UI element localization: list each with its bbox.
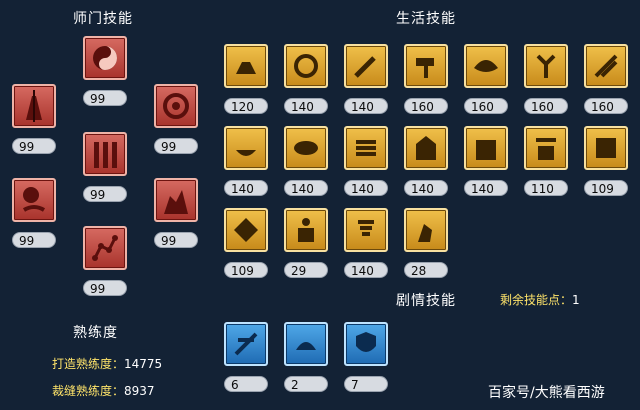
cloud-icon[interactable] [284, 322, 328, 366]
herb-icon[interactable] [524, 44, 568, 88]
gem-icon[interactable] [224, 208, 268, 252]
gate-icon[interactable] [464, 126, 508, 170]
master-skill-level: 99 [83, 90, 127, 106]
story-skill-level: 2 [284, 376, 328, 392]
life-skill-level: 160 [524, 98, 568, 114]
master-skill-level: 99 [12, 138, 56, 154]
bird-icon[interactable] [464, 44, 508, 88]
spear-warrior-icon[interactable] [12, 84, 56, 128]
life-skill-level: 160 [464, 98, 508, 114]
life-skill-level: 110 [524, 180, 568, 196]
life-skill-level: 120 [224, 98, 268, 114]
life-skill-level: 140 [344, 98, 388, 114]
rune-icon[interactable] [224, 322, 268, 366]
bowl-icon[interactable] [224, 126, 268, 170]
sew-proficiency-label: 裁缝熟练度： [52, 384, 125, 398]
life-skill-level: 160 [404, 98, 448, 114]
life-skill-level: 109 [224, 262, 268, 278]
life-skill-level: 109 [584, 180, 628, 196]
remaining-points: 剩余技能点：1 [500, 291, 580, 308]
master-skill-level: 99 [12, 232, 56, 248]
story-skill-level: 6 [224, 376, 268, 392]
life-skill-level: 160 [584, 98, 628, 114]
life-skill-level: 140 [344, 180, 388, 196]
life-skill-level: 140 [404, 180, 448, 196]
shield-icon[interactable] [344, 322, 388, 366]
master-skills-title: 师门技能 [73, 11, 133, 27]
life-skill-level: 140 [224, 180, 268, 196]
spiral-icon[interactable] [154, 84, 198, 128]
sun-moon-icon[interactable] [12, 178, 56, 222]
pillar-icon[interactable] [83, 132, 127, 176]
well-icon[interactable] [524, 126, 568, 170]
life-skill-level: 140 [464, 180, 508, 196]
master-skill-level: 99 [154, 232, 198, 248]
life-skill-level: 140 [284, 180, 328, 196]
master-skill-level: 99 [154, 138, 198, 154]
story-skills-title: 剧情技能 [396, 293, 456, 309]
hammer-icon[interactable] [404, 44, 448, 88]
forge-proficiency-label: 打造熟练度： [52, 357, 125, 371]
remaining-points-label: 剩余技能点： [500, 293, 573, 307]
yin-yang-icon[interactable] [83, 36, 127, 80]
life-skill-level: 28 [404, 262, 448, 278]
forge-proficiency-value: 14775 [124, 357, 163, 371]
skill-panel: 师门技能 生活技能 剧情技能 熟练度 剩余技能点：1 打造熟练度：14775 裁… [0, 0, 640, 410]
temple-icon[interactable] [404, 126, 448, 170]
kneel-icon[interactable] [404, 208, 448, 252]
story-skill-level: 7 [344, 376, 388, 392]
forge-proficiency: 打造熟练度：14775 [52, 355, 162, 372]
demon-icon[interactable] [154, 178, 198, 222]
sew-proficiency: 裁缝熟练度：8937 [52, 382, 155, 399]
stitch-icon[interactable] [584, 44, 628, 88]
master-skill-level: 99 [83, 280, 127, 296]
life-skill-level: 140 [344, 262, 388, 278]
proficiency-title: 熟练度 [73, 325, 118, 341]
forge-icon[interactable] [224, 44, 268, 88]
remaining-points-value: 1 [572, 293, 580, 307]
master-skill-level: 99 [83, 186, 127, 202]
book-icon[interactable] [584, 126, 628, 170]
whirlwind-icon[interactable] [344, 208, 388, 252]
star-chain-icon[interactable] [83, 226, 127, 270]
life-skills-title: 生活技能 [396, 11, 456, 27]
eye-icon[interactable] [284, 126, 328, 170]
dagger-icon[interactable] [344, 44, 388, 88]
life-skill-level: 29 [284, 262, 328, 278]
compass-icon[interactable] [284, 44, 328, 88]
scroll-icon[interactable] [344, 126, 388, 170]
life-skill-level: 140 [284, 98, 328, 114]
sew-proficiency-value: 8937 [124, 384, 155, 398]
strongman-icon[interactable] [284, 208, 328, 252]
watermark: 百家号/大熊看西游 [488, 385, 605, 401]
